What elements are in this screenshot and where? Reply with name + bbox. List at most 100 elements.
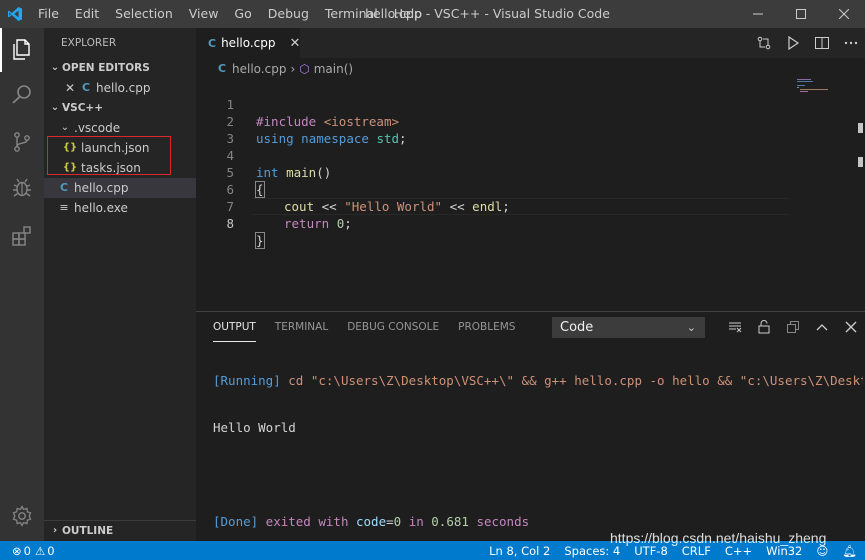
code-line: 4 int main() [196,130,796,180]
breadcrumb-file[interactable]: hello.cpp [232,62,286,76]
warning-icon: ⚠ [34,543,46,558]
menu-view[interactable]: View [181,0,227,28]
chevron-right-icon: › [290,61,296,76]
code-line: 5 { [196,147,796,198]
files-icon [13,39,30,60]
menu-go[interactable]: Go [226,0,259,28]
bell-icon[interactable]: 🔔︎ [842,544,857,558]
platform[interactable]: Win32 [766,544,802,558]
output-channel-select[interactable]: Code ⌄ [552,317,705,338]
open-editor-item[interactable]: ✕ C hello.cpp [44,78,196,98]
chevron-up-icon [816,324,827,331]
lock-scroll-button[interactable] [749,312,778,342]
run-code-button[interactable] [778,28,807,58]
maximize-panel-button[interactable] [778,312,807,342]
menu-edit[interactable]: Edit [67,0,107,28]
play-icon [787,35,799,51]
breadcrumb: C hello.cpp › ⬡ main() [196,58,865,79]
line-content: return 0; [284,215,352,232]
open-changes-button[interactable] [749,28,778,58]
line-number: 8 [226,216,234,231]
scrollbar-marker [858,123,863,133]
manage-activity-button[interactable] [0,494,44,538]
explorer-activity-button[interactable] [0,28,44,72]
cpp-file-icon: C [208,36,217,50]
output-text: code [356,514,387,529]
language-mode[interactable]: C++ [725,544,752,558]
source-control-activity-button[interactable] [0,120,44,164]
indentation[interactable]: Spaces: 4 [564,544,620,558]
file-lines-icon: ≡ [59,201,69,214]
output-tag: [Running] [213,373,281,388]
bottom-panel: OUTPUT TERMINAL DEBUG CONSOLE PROBLEMS C… [196,311,865,541]
tab-label: hello.cpp [221,36,276,50]
output-line: [Running] cd "c:\Users\Z\Desktop\VSC++\"… [213,372,863,389]
toggle-panel-button[interactable] [807,312,836,342]
tree-item-hello-exe[interactable]: ≡ hello.exe [44,198,196,218]
close-icon[interactable]: ✕ [62,78,78,98]
close-panel-button[interactable] [836,312,865,342]
status-bar: ⊗ 0 ⚠ 0 Ln 8, Col 2 Spaces: 4 UTF-8 CRLF C… [0,541,865,560]
unlock-icon [758,320,769,334]
feedback-icon[interactable]: ☺ [816,544,828,558]
cpp-file-icon: C [217,62,227,75]
sidebar-title: EXPLORER [61,37,117,49]
breadcrumb-symbol[interactable]: main() [314,62,353,76]
menu-help[interactable]: Help [386,0,431,28]
tab-terminal[interactable]: TERMINAL [275,312,328,342]
tab-problems[interactable]: PROBLEMS [458,312,515,342]
clear-output-button[interactable] [720,312,749,342]
token: return [284,216,330,231]
error-count: 0 [23,543,31,558]
tab-debug-console[interactable]: DEBUG CONSOLE [347,312,439,342]
maximize-button[interactable] [779,0,822,28]
menu-terminal[interactable]: Terminal [317,0,386,28]
extensions-activity-button[interactable] [0,214,44,258]
code-line: 1 #include <iostream> [196,79,796,129]
debug-activity-button[interactable] [0,166,44,210]
maximize-icon [795,9,806,19]
open-editor-label: hello.cpp [96,81,151,95]
minimize-button[interactable] [736,0,779,28]
menu-file[interactable]: File [30,0,67,28]
outline-section: › OUTLINE [44,520,196,541]
problems-status[interactable]: ⊗ 0 ⚠ 0 [12,544,55,558]
output-text: 0.681 [431,514,469,529]
search-icon [12,85,31,104]
close-window-button[interactable] [822,0,865,28]
split-editor-button[interactable] [807,28,836,58]
tree-item-hello-cpp[interactable]: C hello.cpp [44,178,196,198]
tree-item-vscode-folder[interactable]: ⌄ .vscode [44,118,196,138]
workspace-header[interactable]: ⌄ VSC++ [44,98,196,118]
tab-close-button[interactable]: ✕ [290,36,301,51]
debug-icon [13,178,31,197]
open-editors-header[interactable]: ⌄ OPEN EDITORS [44,58,196,78]
code-editor[interactable]: 1 #include <iostream> 2 using namespace … [196,79,865,311]
copy-icon [786,321,799,333]
activity-bar [0,28,44,541]
tab-output[interactable]: OUTPUT [213,312,256,342]
outline-label: OUTLINE [62,525,114,537]
cursor-position[interactable]: Ln 8, Col 2 [489,544,550,558]
warning-count: 0 [47,543,55,558]
end-of-line[interactable]: CRLF [682,544,711,558]
menu-debug[interactable]: Debug [260,0,317,28]
code-line: 2 using namespace std; [196,96,796,146]
more-actions-button[interactable] [836,28,865,58]
output-command: cd "c:\Users\Z\Desktop\VSC++\" && g++ he… [288,373,863,388]
menu-selection[interactable]: Selection [107,0,181,28]
panel-actions [720,312,865,342]
token: } [255,232,265,249]
outline-header[interactable]: › OUTLINE [44,521,196,541]
gear-icon [12,505,32,527]
error-icon: ⊗ [12,543,22,558]
chevron-down-icon: ⌄ [50,62,60,73]
minimap[interactable] [797,79,857,119]
output-log[interactable]: [Running] cd "c:\Users\Z\Desktop\VSC++\"… [213,342,863,560]
search-activity-button[interactable] [0,72,44,116]
encoding[interactable]: UTF-8 [634,544,668,558]
cube-symbol-icon: ⬡ [299,61,310,76]
clear-all-icon [728,322,741,333]
tab-hello-cpp[interactable]: C hello.cpp ✕ [196,28,300,58]
